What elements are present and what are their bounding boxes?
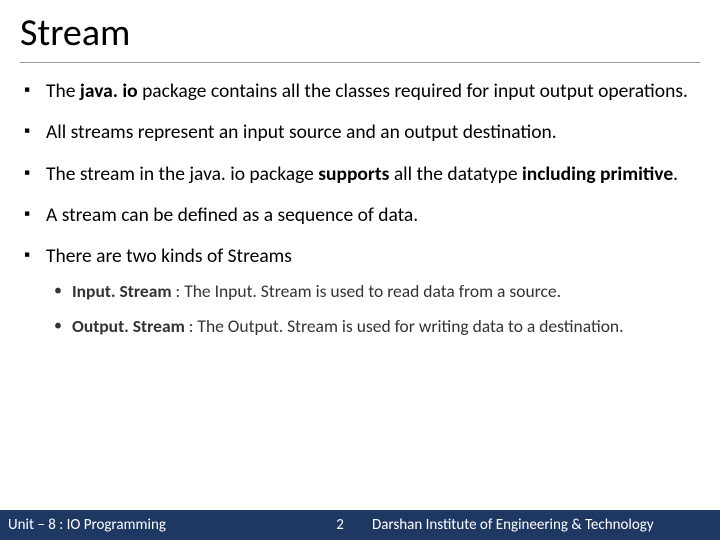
footer-bar: Unit – 8 : IO Programming 2 Darshan Inst…: [0, 510, 720, 540]
text-bold: including primitive: [522, 162, 673, 186]
text: All streams represent an input source an…: [46, 120, 557, 144]
bullet-list: The java. io package contains all the cl…: [20, 79, 700, 339]
list-item: A stream can be defined as a sequence of…: [46, 203, 700, 228]
footer-page-number: 2: [320, 516, 360, 534]
footer-left: Unit – 8 : IO Programming: [0, 516, 320, 534]
text-bold: Input. Stream: [72, 280, 172, 302]
footer-right: Darshan Institute of Engineering & Techn…: [360, 516, 720, 534]
text-bold: Output. Stream: [72, 315, 185, 337]
list-item: Input. Stream : The Input. Stream is use…: [72, 280, 700, 304]
slide: Stream The java. io package contains all…: [0, 0, 720, 540]
list-item: There are two kinds of Streams Input. St…: [46, 244, 700, 339]
list-item: The java. io package contains all the cl…: [46, 79, 700, 104]
text-bold: supports: [318, 162, 389, 186]
text: A stream can be defined as a sequence of…: [46, 203, 418, 227]
text: : The Input. Stream is used to read data…: [172, 280, 561, 302]
text: all the datatype: [389, 162, 522, 186]
text: .: [673, 162, 678, 186]
sub-list: Input. Stream : The Input. Stream is use…: [46, 280, 700, 339]
text: : The Output. Stream is used for writing…: [185, 315, 624, 337]
text: package contains all the classes require…: [138, 79, 688, 103]
list-item: The stream in the java. io package suppo…: [46, 162, 700, 187]
page-title: Stream: [20, 10, 700, 63]
text: The stream in the java. io package: [46, 162, 318, 186]
list-item: All streams represent an input source an…: [46, 120, 700, 145]
list-item: Output. Stream : The Output. Stream is u…: [72, 315, 700, 339]
text-bold: java. io: [80, 79, 138, 103]
text: There are two kinds of Streams: [46, 244, 292, 268]
text: The: [46, 79, 80, 103]
